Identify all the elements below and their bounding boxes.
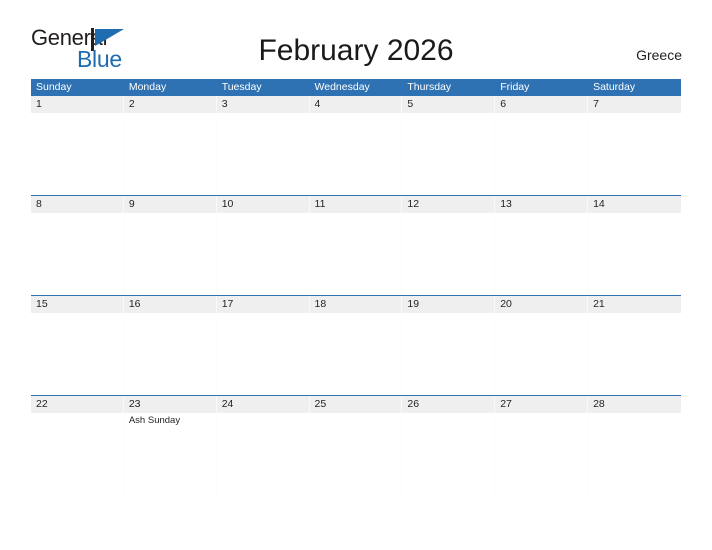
day-cell[interactable]	[495, 113, 589, 195]
weekday-header-monday: Monday	[128, 81, 167, 93]
day-number[interactable]: 9	[124, 196, 217, 213]
day-number[interactable]: 22	[31, 396, 124, 413]
day-number[interactable]: 10	[217, 196, 310, 213]
day-number[interactable]: 16	[124, 296, 217, 313]
day-number[interactable]: 11	[310, 196, 403, 213]
day-cell[interactable]	[217, 113, 310, 195]
day-number[interactable]: 15	[31, 296, 124, 313]
day-cell[interactable]	[31, 413, 124, 495]
week-event-band: Ash Sunday	[31, 413, 681, 495]
day-cell[interactable]: Ash Sunday	[124, 413, 217, 495]
day-cell[interactable]	[310, 313, 403, 395]
day-cell[interactable]	[124, 213, 217, 295]
page-header: General Blue February 2026 Greece	[0, 0, 712, 79]
weekday-header-wednesday: Wednesday	[314, 81, 370, 93]
day-cell[interactable]	[310, 113, 403, 195]
weekday-header-tuesday: Tuesday	[221, 81, 262, 93]
week-date-band: 15 16 17 18 19 20 21	[31, 296, 681, 313]
weekday-header-friday: Friday	[500, 81, 530, 93]
day-cell[interactable]	[588, 413, 681, 495]
day-cell[interactable]	[310, 213, 403, 295]
day-cell[interactable]	[402, 413, 496, 495]
week-event-band	[31, 313, 681, 395]
calendar-weeks: 1 2 3 4 5 6 7 8 9 10 11 12 13 14 15 16 17 18 19 20 21 22 23 24 2…	[31, 96, 681, 495]
day-cell[interactable]	[217, 213, 310, 295]
region-label: Greece	[636, 47, 682, 63]
day-cell[interactable]	[495, 413, 589, 495]
day-cell[interactable]	[402, 213, 496, 295]
calendar-week-row: 8 9 10 11 12 13 14	[31, 195, 681, 295]
weekday-header-sunday: Sunday	[36, 81, 72, 93]
weekday-header-row: Sunday Monday Tuesday Wednesday Thursday…	[31, 79, 681, 96]
day-number[interactable]: 14	[588, 196, 681, 213]
day-cell[interactable]	[402, 113, 496, 195]
day-number[interactable]: 7	[588, 96, 681, 113]
day-number[interactable]: 25	[310, 396, 403, 413]
day-cell[interactable]	[31, 313, 124, 395]
day-number[interactable]: 26	[402, 396, 496, 413]
day-number[interactable]: 23	[124, 396, 217, 413]
day-cell[interactable]	[124, 113, 217, 195]
day-number[interactable]: 2	[124, 96, 217, 113]
day-cell[interactable]	[31, 113, 124, 195]
week-date-band: 22 23 24 25 26 27 28	[31, 396, 681, 413]
day-number[interactable]: 8	[31, 196, 124, 213]
day-number[interactable]: 19	[402, 296, 496, 313]
week-date-band: 8 9 10 11 12 13 14	[31, 196, 681, 213]
week-event-band	[31, 213, 681, 295]
day-number[interactable]: 18	[310, 296, 403, 313]
day-number[interactable]: 20	[495, 296, 589, 313]
day-number[interactable]: 5	[402, 96, 496, 113]
day-cell[interactable]	[217, 413, 310, 495]
day-cell[interactable]	[310, 413, 403, 495]
day-cell[interactable]	[402, 313, 496, 395]
calendar-week-row: 15 16 17 18 19 20 21	[31, 295, 681, 395]
day-cell[interactable]	[495, 213, 589, 295]
week-date-band: 1234567	[31, 96, 681, 113]
day-cell[interactable]	[588, 213, 681, 295]
weekday-header-saturday: Saturday	[593, 81, 636, 93]
calendar-week-row: 1234567	[31, 96, 681, 195]
week-event-band	[31, 113, 681, 195]
day-number[interactable]: 13	[495, 196, 589, 213]
day-number[interactable]: 27	[495, 396, 589, 413]
day-number[interactable]: 12	[402, 196, 496, 213]
day-event-label: Ash Sunday	[128, 415, 181, 426]
day-number[interactable]: 21	[588, 296, 681, 313]
page-title: February 2026	[258, 34, 454, 67]
day-cell[interactable]	[124, 313, 217, 395]
day-number[interactable]: 24	[217, 396, 310, 413]
day-cell[interactable]	[588, 313, 681, 395]
day-number[interactable]: 17	[217, 296, 310, 313]
day-cell[interactable]	[588, 113, 681, 195]
day-number[interactable]: 6	[495, 96, 589, 113]
day-number[interactable]: 3	[217, 96, 310, 113]
day-number[interactable]: 1	[31, 96, 124, 113]
day-number[interactable]: 4	[310, 96, 403, 113]
day-number[interactable]: 28	[588, 396, 681, 413]
weekday-header-thursday: Thursday	[407, 81, 452, 93]
day-cell[interactable]	[217, 313, 310, 395]
day-cell[interactable]	[495, 313, 589, 395]
calendar-grid: Sunday Monday Tuesday Wednesday Thursday…	[31, 79, 681, 495]
calendar-week-row: 22 23 24 25 26 27 28 Ash Sunday	[31, 395, 681, 495]
day-cell[interactable]	[31, 213, 124, 295]
